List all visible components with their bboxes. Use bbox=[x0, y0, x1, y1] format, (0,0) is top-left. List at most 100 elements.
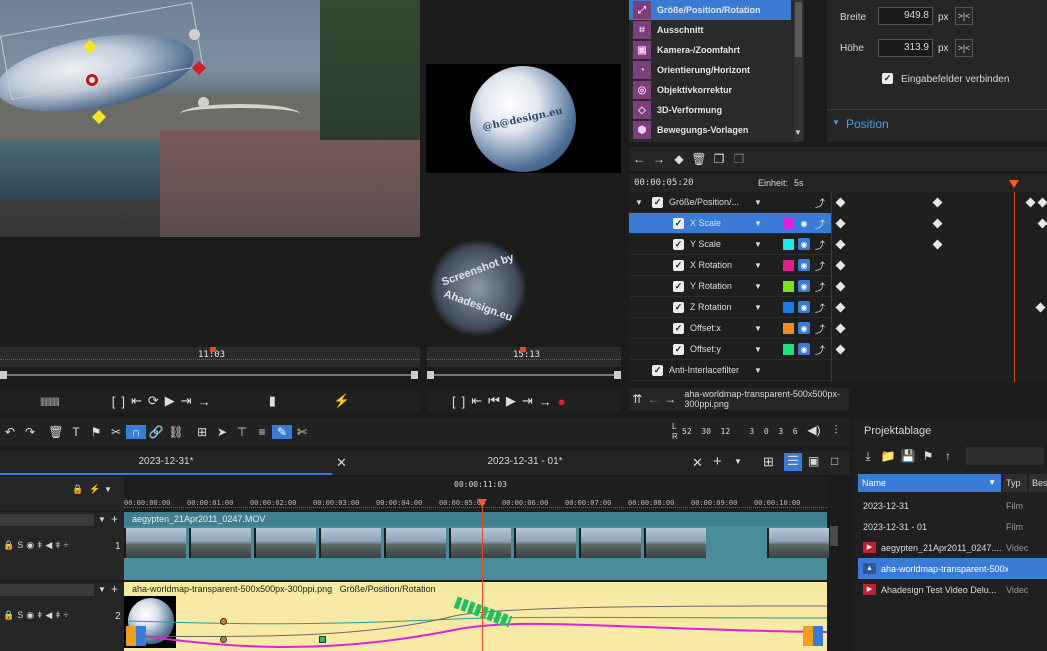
view-mode-icon[interactable]: ▣ bbox=[808, 454, 819, 468]
redo-icon[interactable]: ↷ bbox=[20, 425, 40, 439]
fullscreen-icon[interactable]: □ bbox=[831, 454, 838, 468]
record-icon[interactable]: ● bbox=[558, 394, 566, 409]
scroll-down-icon[interactable]: ▼ bbox=[794, 128, 802, 137]
curve-mode-icon[interactable]: ⤴ bbox=[815, 195, 825, 210]
project-item[interactable]: 2023-12-31 - 01 Film bbox=[858, 516, 1047, 537]
lock-all-icon[interactable]: 🔒 bbox=[72, 484, 83, 495]
solo-all-icon[interactable]: ⚡ bbox=[89, 484, 100, 495]
track-2-mute-icon[interactable]: ◀ bbox=[45, 610, 55, 620]
program-jump-out-icon[interactable]: ⇥ bbox=[522, 393, 533, 409]
curve-mode-icon[interactable]: ⤴ bbox=[815, 300, 825, 315]
keyframe-row-checkbox[interactable]: ✓ bbox=[673, 259, 684, 271]
effect-item[interactable]: ▣ Kamera-/Zoomfahrt bbox=[629, 40, 791, 60]
curve-color-swatch[interactable] bbox=[783, 281, 794, 292]
curve-visibility-icon[interactable]: ◉ bbox=[798, 301, 810, 313]
position-section-label[interactable]: Position bbox=[846, 117, 889, 131]
track-1-name-field[interactable] bbox=[0, 514, 94, 526]
keyframe-row[interactable]: ✓ Anti-Interlacefilter ▼ bbox=[629, 360, 831, 381]
mark-out-button[interactable]: ] bbox=[121, 394, 125, 409]
tab-close-2-icon[interactable]: ✕ bbox=[692, 455, 703, 471]
mark-in-button[interactable]: [ bbox=[112, 394, 116, 409]
curve-visibility-icon[interactable]: ◉ bbox=[798, 322, 810, 334]
expand-icon[interactable]: ▼ bbox=[635, 198, 643, 207]
insert-icon[interactable]: → bbox=[198, 394, 211, 409]
track-1-fx-icon[interactable]: ǂ bbox=[55, 540, 63, 550]
keyframe-point-1[interactable] bbox=[220, 618, 227, 625]
program-mark-out-button[interactable]: ] bbox=[462, 394, 466, 409]
track-1-eye-icon[interactable]: ◉ bbox=[26, 540, 37, 550]
curve-mode-icon[interactable]: ⤴ bbox=[815, 216, 825, 231]
effect-item[interactable]: ⤢ Größe/Position/Rotation bbox=[629, 0, 791, 20]
keyframe-row[interactable]: ✓ Y Scale ▼ ◉ ⤴ bbox=[629, 234, 831, 255]
curve-color-swatch[interactable] bbox=[783, 239, 794, 250]
save-icon[interactable]: 💾 bbox=[898, 449, 918, 463]
magnet-icon[interactable]: ∩ bbox=[126, 425, 146, 439]
curve-mode-icon[interactable]: ⤴ bbox=[815, 258, 825, 273]
clip-start-marker[interactable] bbox=[126, 626, 146, 646]
keyframe-point-2[interactable] bbox=[220, 636, 227, 643]
back-icon[interactable]: ← bbox=[645, 392, 661, 406]
track-2-lock-icon[interactable]: 🔒 bbox=[3, 610, 17, 620]
grid-view-icon[interactable]: ⊞ bbox=[763, 454, 774, 470]
bin-search-input[interactable] bbox=[966, 447, 1044, 465]
jog-wheel[interactable]: |||||||||||||| bbox=[40, 396, 60, 406]
keyframe-row-menu-icon[interactable]: ▼ bbox=[754, 303, 762, 312]
keyframe-row-checkbox[interactable]: ✓ bbox=[652, 364, 663, 376]
prev-keyframe-icon[interactable]: ← bbox=[629, 152, 649, 166]
play-icon[interactable]: ▶ bbox=[165, 393, 175, 409]
track-1-lock-icon[interactable]: 🔒 bbox=[3, 540, 17, 550]
up-icon[interactable]: ↑ bbox=[938, 449, 958, 463]
track-1-scrollbar[interactable] bbox=[830, 526, 838, 546]
forward-icon[interactable]: → bbox=[662, 392, 678, 406]
hoehe-input[interactable]: 313.9 bbox=[878, 39, 933, 57]
track-1-add-icon[interactable]: + bbox=[111, 512, 118, 526]
folder-icon[interactable]: 📁 bbox=[878, 449, 898, 463]
project-item[interactable]: ▲ aha-worldmap-transparent-500x500px-300 bbox=[858, 558, 1047, 579]
track-2-menu-icon[interactable]: ▼ bbox=[98, 585, 106, 594]
keyframe-row[interactable]: ✓ X Rotation ▼ ◉ ⤴ bbox=[629, 255, 831, 276]
delete-icon[interactable]: 🗑 bbox=[46, 425, 66, 439]
project-item[interactable]: 2023-12-31 Film bbox=[858, 495, 1047, 516]
track-2-eye-icon[interactable]: ◉ bbox=[26, 610, 37, 620]
curve-visibility-icon[interactable]: ◉ bbox=[798, 343, 810, 355]
rotation-center-handle[interactable] bbox=[86, 74, 98, 86]
curve-color-swatch[interactable] bbox=[783, 344, 794, 355]
source-position-bar[interactable] bbox=[0, 370, 420, 380]
column-name[interactable]: Name ▼ bbox=[858, 474, 1001, 492]
effect-item[interactable]: ⌗ Ausschnitt bbox=[629, 20, 791, 40]
timeline-playhead[interactable] bbox=[477, 499, 487, 651]
add-tab-icon[interactable]: + bbox=[713, 453, 722, 470]
keyframe-playhead-marker[interactable] bbox=[1009, 180, 1019, 188]
tab-project-2[interactable]: 2023-12-31 - 01* bbox=[358, 451, 692, 475]
keyframe-row[interactable]: ✓ Z Rotation ▼ ◉ ⤴ bbox=[629, 297, 831, 318]
keyframe-row-menu-icon[interactable]: ▼ bbox=[754, 366, 762, 375]
keyframe-row[interactable]: ✓ Y Rotation ▼ ◉ ⤴ bbox=[629, 276, 831, 297]
curve-visibility-icon[interactable]: ◉ bbox=[798, 238, 810, 250]
track-1-mute-icon[interactable]: ◀ bbox=[45, 540, 55, 550]
scissor-mode-icon[interactable]: ✄ bbox=[292, 425, 312, 439]
curve-mode-icon[interactable]: ⤴ bbox=[815, 321, 825, 336]
import-icon[interactable]: ⤓ bbox=[858, 449, 878, 464]
program-scrubber[interactable]: 15:13 bbox=[427, 347, 621, 367]
link-icon[interactable]: 🔗 bbox=[146, 425, 166, 439]
keyframe-row[interactable]: ▼ ✓ Größe/Position/... ▼ ⤴ bbox=[629, 192, 831, 213]
curve-color-swatch[interactable] bbox=[783, 323, 794, 334]
track-2-add-icon[interactable]: + bbox=[111, 582, 118, 596]
curve-visibility-icon[interactable]: ◉ bbox=[798, 259, 810, 271]
keyframe-point-3[interactable] bbox=[319, 636, 326, 643]
handle-corner-tr[interactable] bbox=[189, 29, 200, 40]
next-keyframe-icon[interactable]: → bbox=[649, 152, 669, 166]
curve-color-swatch[interactable] bbox=[783, 218, 794, 229]
keyframe-row-checkbox[interactable]: ✓ bbox=[673, 322, 684, 334]
program-insert-icon[interactable]: → bbox=[539, 394, 552, 409]
header-menu-icon[interactable]: ▼ bbox=[104, 485, 112, 494]
curve-mode-icon[interactable]: ⤴ bbox=[815, 279, 825, 294]
source-scrubber[interactable]: 11:03 bbox=[0, 347, 420, 367]
position-collapse-icon[interactable]: ▼ bbox=[832, 118, 840, 127]
track-1-solo-icon[interactable]: S bbox=[17, 540, 26, 550]
project-item[interactable]: ▶ Ahadesign Test Video Delu... Videc bbox=[858, 579, 1047, 600]
track-2-fx-icon[interactable]: ǂ bbox=[55, 610, 63, 620]
keyframe-row-menu-icon[interactable]: ▼ bbox=[754, 261, 762, 270]
keyframe-row-menu-icon[interactable]: ▼ bbox=[754, 240, 762, 249]
clip-end-marker[interactable] bbox=[803, 626, 823, 646]
